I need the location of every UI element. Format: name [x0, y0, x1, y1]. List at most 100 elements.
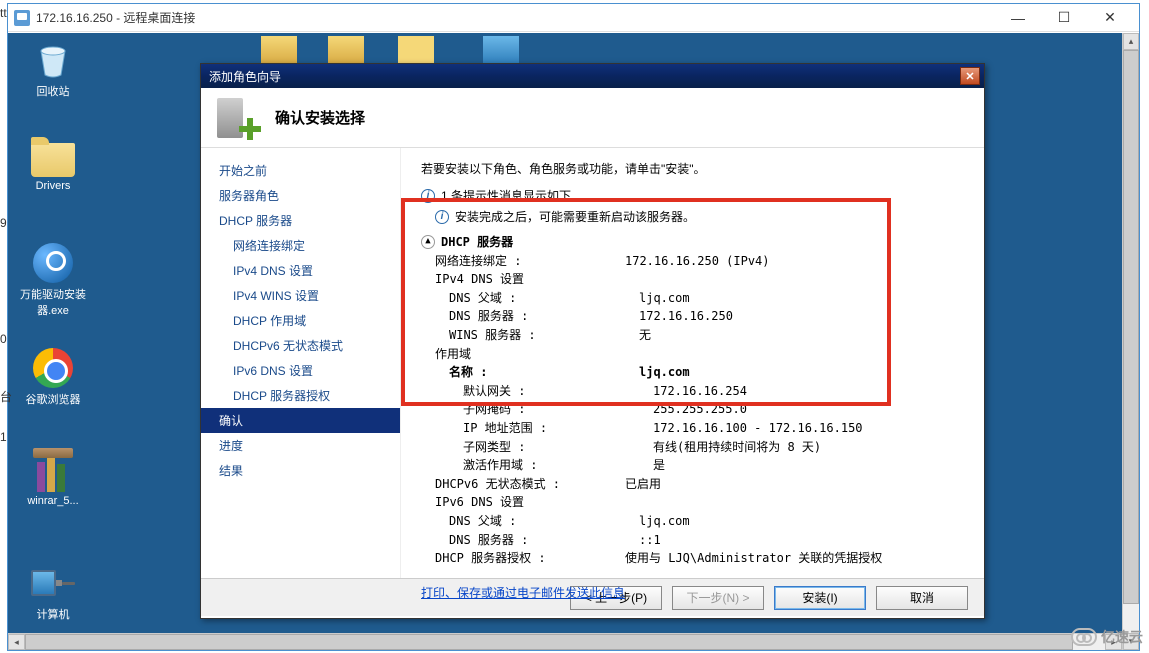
edge-text: 台: [0, 388, 12, 405]
k: DNS 服务器 :: [449, 531, 639, 550]
v: 有线(租用持续时间将为 8 天): [653, 438, 964, 457]
v: ::1: [639, 531, 964, 550]
drivers-folder-icon[interactable]: Drivers: [18, 143, 88, 192]
k: 子网类型 :: [463, 438, 653, 457]
k: IP 地址范围 :: [463, 419, 653, 438]
exe1-label: 万能驱动安装器.exe: [18, 286, 88, 318]
rdp-icon: [14, 10, 30, 26]
v: 255.255.255.0: [653, 400, 964, 419]
nav-before[interactable]: 开始之前: [201, 158, 400, 183]
chrome-label: 谷歌浏览器: [18, 391, 88, 407]
taskbar-icon[interactable]: [483, 36, 519, 66]
scroll-up-icon[interactable]: ▴: [1123, 33, 1139, 50]
scroll-thumb[interactable]: [1123, 50, 1139, 604]
winrar-icon[interactable]: winrar_5...: [18, 448, 88, 507]
k: WINS 服务器 :: [449, 326, 639, 345]
edge-text: 1: [0, 430, 7, 444]
k: 名称 :: [449, 363, 639, 382]
remote-desktop: 回收站 Drivers 万能驱动安装器.exe 谷歌浏览器 winrar_5..…: [8, 33, 1139, 633]
info-text: 1 条提示性消息显示如下: [441, 187, 571, 204]
rdp-window: 172.16.16.250 - 远程桌面连接 — ☐ ✕ 回收站 Drivers…: [7, 3, 1140, 651]
taskbar-icon[interactable]: [398, 36, 434, 66]
computer-icon[interactable]: 计算机: [18, 563, 88, 622]
warn-text: 安装完成之后，可能需要重新启动该服务器。: [455, 208, 695, 225]
wizard-nav: 开始之前 服务器角色 DHCP 服务器 网络连接绑定 IPv4 DNS 设置 I…: [201, 148, 401, 578]
subhead: IPv6 DNS 设置: [421, 493, 964, 512]
v: 已启用: [625, 475, 964, 494]
wizard-heading: 确认安装选择: [275, 107, 365, 128]
minimize-button[interactable]: —: [995, 6, 1041, 30]
maximize-button[interactable]: ☐: [1041, 6, 1087, 30]
winrar-label: winrar_5...: [18, 495, 88, 507]
horizontal-scrollbar[interactable]: ◂ ▸: [8, 633, 1122, 650]
k: 激活作用域 :: [463, 456, 653, 475]
vertical-scrollbar[interactable]: ▴ ▾: [1122, 33, 1139, 650]
wizard-icon: [217, 96, 261, 140]
k: 默认网关 :: [463, 382, 653, 401]
k: DNS 父域 :: [449, 512, 639, 531]
info-icon: i: [435, 210, 449, 224]
subhead: IPv4 DNS 设置: [421, 270, 964, 289]
subhead: 作用域: [421, 345, 964, 364]
scroll-thumb[interactable]: [25, 634, 1073, 650]
window-controls: — ☐ ✕: [995, 6, 1133, 30]
watermark-text: 亿速云: [1101, 627, 1143, 647]
edge-text: 9: [0, 216, 7, 230]
v: 是: [653, 456, 964, 475]
edge-text: tt: [0, 6, 7, 20]
wizard-titlebar[interactable]: 添加角色向导 ✕: [201, 64, 984, 88]
wizard-content: 若要安装以下角色、角色服务或功能，请单击"安装"。 i 1 条提示性消息显示如下…: [401, 148, 984, 578]
wizard-title: 添加角色向导: [205, 68, 960, 85]
watermark-icon: [1071, 628, 1097, 646]
v: ljq.com: [639, 363, 964, 382]
info-message: i 1 条提示性消息显示如下: [421, 187, 964, 204]
wizard-close-button[interactable]: ✕: [960, 67, 980, 85]
collapse-icon[interactable]: ▲: [421, 235, 435, 249]
info-icon: i: [421, 189, 435, 203]
wizard-header: 确认安装选择: [201, 88, 984, 148]
nav-ipv4dns[interactable]: IPv4 DNS 设置: [201, 258, 400, 283]
print-save-link[interactable]: 打印、保存或通过电子邮件发送此信息: [421, 584, 625, 601]
driver-installer-icon[interactable]: 万能驱动安装器.exe: [18, 243, 88, 318]
close-button[interactable]: ✕: [1087, 6, 1133, 30]
chrome-icon[interactable]: 谷歌浏览器: [18, 348, 88, 407]
v: 172.16.16.250 (IPv4): [625, 252, 964, 271]
scroll-left-icon[interactable]: ◂: [8, 634, 25, 650]
nav-progress[interactable]: 进度: [201, 433, 400, 458]
nav-result[interactable]: 结果: [201, 458, 400, 483]
watermark: 亿速云: [1071, 627, 1143, 647]
summary-area: ▲ DHCP 服务器 网络连接绑定 :172.16.16.250 (IPv4) …: [421, 233, 964, 568]
computer-label: 计算机: [18, 606, 88, 622]
add-roles-wizard: 添加角色向导 ✕ 确认安装选择 开始之前 服务器角色 DHCP 服务器 网络连接…: [200, 63, 985, 619]
k: DNS 父域 :: [449, 289, 639, 308]
k: DHCP 服务器授权 :: [435, 549, 625, 568]
recycle-bin-icon[interactable]: 回收站: [18, 38, 88, 99]
section-dhcp[interactable]: ▲ DHCP 服务器: [421, 233, 964, 252]
nav-ipv6dns[interactable]: IPv6 DNS 设置: [201, 358, 400, 383]
recycle-label: 回收站: [18, 83, 88, 99]
nav-confirm[interactable]: 确认: [201, 408, 400, 433]
v: 无: [639, 326, 964, 345]
warn-message: i 安装完成之后，可能需要重新启动该服务器。: [435, 208, 964, 225]
taskbar-icon[interactable]: [261, 36, 297, 66]
nav-scope[interactable]: DHCP 作用域: [201, 308, 400, 333]
taskbar-icon[interactable]: [328, 36, 364, 66]
drivers-label: Drivers: [18, 180, 88, 192]
k: DHCPv6 无状态模式 :: [435, 475, 625, 494]
intro-text: 若要安装以下角色、角色服务或功能，请单击"安装"。: [421, 160, 964, 177]
v: ljq.com: [639, 289, 964, 308]
v: ljq.com: [639, 512, 964, 531]
nav-auth[interactable]: DHCP 服务器授权: [201, 383, 400, 408]
v: 172.16.16.250: [639, 307, 964, 326]
nav-roles[interactable]: 服务器角色: [201, 183, 400, 208]
nav-dhcp[interactable]: DHCP 服务器: [201, 208, 400, 233]
rdp-titlebar[interactable]: 172.16.16.250 - 远程桌面连接 — ☐ ✕: [8, 4, 1139, 32]
rdp-title: 172.16.16.250 - 远程桌面连接: [36, 9, 995, 26]
k: 网络连接绑定 :: [435, 252, 625, 271]
edge-text: 0: [0, 332, 7, 346]
nav-v6stateless[interactable]: DHCPv6 无状态模式: [201, 333, 400, 358]
v: 172.16.16.100 - 172.16.16.150: [653, 419, 964, 438]
nav-netbind[interactable]: 网络连接绑定: [201, 233, 400, 258]
nav-ipv4wins[interactable]: IPv4 WINS 设置: [201, 283, 400, 308]
section-label: DHCP 服务器: [441, 233, 513, 252]
